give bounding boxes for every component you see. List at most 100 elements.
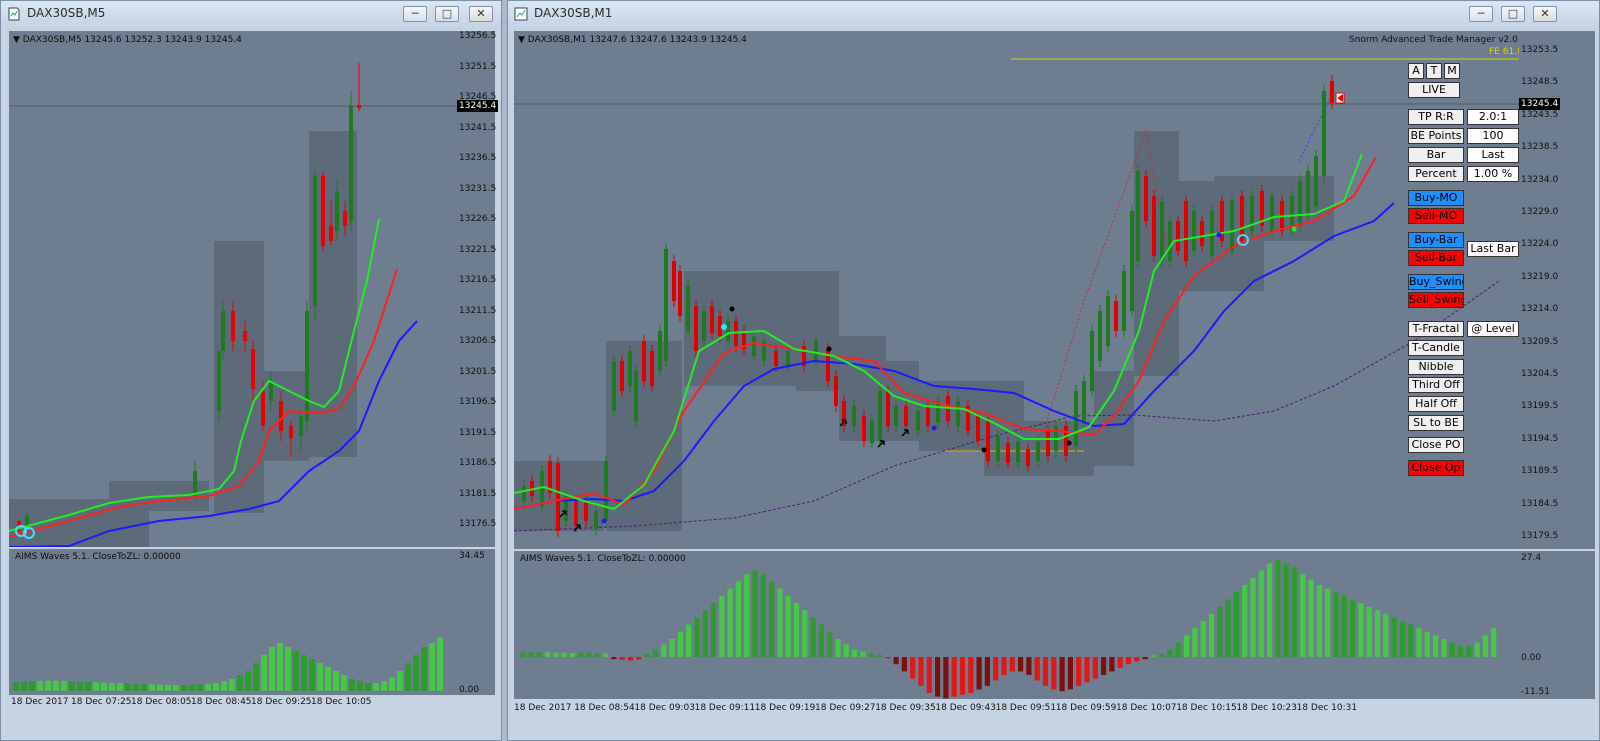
- right-price-axis-label: 13184.5: [1521, 498, 1559, 509]
- last-bar-button[interactable]: Last Bar: [1467, 241, 1519, 257]
- close-icon: ✕: [476, 7, 486, 20]
- right-candle: [1330, 81, 1334, 103]
- right-indicator-bar: [1449, 642, 1455, 657]
- right-indicator-bar: [536, 652, 542, 657]
- maximize-icon: □: [441, 7, 453, 20]
- right-price-axis-label: 13219.0: [1521, 271, 1559, 282]
- left-price-axis-label: 13251.5: [459, 61, 497, 72]
- left-indicator-bar: [85, 681, 91, 691]
- buy-mo-button[interactable]: Buy-MO: [1408, 190, 1464, 206]
- maximize-button[interactable]: □: [435, 6, 459, 22]
- right-indicator-panel[interactable]: AIMS Waves 5.1. CloseToZL: 0.00000: [514, 551, 1519, 699]
- left-price-axis[interactable]: 13245.4 13256.5 13251.5 13246.5 13241.5 1323…: [457, 31, 499, 547]
- right-candle: [752, 336, 756, 356]
- sell-mo-button[interactable]: Sell-MO: [1408, 208, 1464, 224]
- right-indicator-bar: [1391, 617, 1397, 657]
- right-indicator-axis[interactable]: 27.4 0.00 -11.51: [1519, 551, 1595, 699]
- left-indicator-bar: [413, 655, 419, 691]
- right-time-axis[interactable]: 18 Dec 2017 18 Dec 08:54 18 Dec 09:03 18 De…: [514, 703, 1519, 717]
- sell-bar-button[interactable]: Sell-Bar: [1408, 250, 1464, 266]
- right-indicator-bar: [719, 595, 725, 657]
- atm-live-button[interactable]: LIVE: [1408, 82, 1460, 98]
- right-indicator-bar: [1358, 603, 1364, 657]
- right-indicator-bar: [652, 649, 658, 657]
- right-chart-window[interactable]: DAX30SB,M1 ─ □ ✕ ▼ DAX30SB,M1 13247.6 13…: [507, 0, 1600, 741]
- buy-bar-button[interactable]: Buy-Bar: [1408, 232, 1464, 248]
- close-po-button[interactable]: Close PO: [1408, 437, 1464, 453]
- t-fractal-button[interactable]: T-Fractal: [1408, 321, 1464, 337]
- left-time-axis[interactable]: 18 Dec 2017 18 Dec 07:25 18 Dec 08:05 18 De…: [9, 697, 457, 711]
- tp-rr-value[interactable]: 2.0:1: [1467, 109, 1519, 125]
- right-indicator-bar: [586, 652, 592, 657]
- right-candle: [996, 436, 1000, 461]
- right-indicator-bar: [1142, 657, 1148, 660]
- at-level-button[interactable]: @ Level: [1467, 321, 1519, 337]
- be-points-value[interactable]: 100: [1467, 128, 1519, 144]
- bar-value[interactable]: Last: [1467, 147, 1519, 163]
- atm-m-button[interactable]: M: [1444, 63, 1460, 79]
- right-candle: [1136, 171, 1140, 261]
- right-candle: [1322, 91, 1326, 176]
- minimize-button[interactable]: ─: [403, 6, 427, 22]
- atm-t-button[interactable]: T: [1426, 63, 1442, 79]
- buy-swing-button[interactable]: Buy_Swing: [1408, 274, 1464, 290]
- right-indicator-bar: [1067, 657, 1073, 690]
- left-price-axis-label: 13211.5: [459, 305, 497, 316]
- right-indicator-bar: [1009, 657, 1015, 672]
- left-indicator-axis[interactable]: 34.45 0.00: [457, 549, 495, 695]
- bar-button[interactable]: Bar: [1408, 147, 1464, 163]
- right-candles-svg: [514, 58, 1519, 537]
- maximize-button[interactable]: □: [1501, 6, 1525, 22]
- left-indicator-bar: [117, 683, 123, 691]
- right-indicator-bar: [744, 574, 750, 657]
- right-indicator-bar: [702, 610, 708, 657]
- right-price-chart[interactable]: ▼ DAX30SB,M1 13247.6 13247.6 13243.9 132…: [514, 31, 1530, 549]
- right-candle: [522, 486, 526, 501]
- right-time-axis-label: 18 Dec 09:11: [694, 703, 756, 713]
- atm-a-button[interactable]: A: [1408, 63, 1424, 79]
- left-indicator-panel[interactable]: AIMS Waves 5.1. CloseToZL: 0.00000: [9, 549, 457, 695]
- right-indicator-bar: [1084, 657, 1090, 683]
- right-indicator-bar: [752, 570, 758, 657]
- percent-value[interactable]: 1.00 %: [1467, 166, 1519, 182]
- right-time-axis-label: 18 Dec 09:19: [754, 703, 816, 713]
- left-indicator-bar: [45, 680, 51, 691]
- right-price-axis-label: 13194.5: [1521, 433, 1559, 444]
- right-indicator-bar: [1125, 657, 1132, 665]
- close-button[interactable]: ✕: [1533, 6, 1557, 22]
- right-indicator-bar: [785, 595, 791, 657]
- left-indicator-bar: [109, 683, 115, 691]
- right-window-titlebar[interactable]: DAX30SB,M1 ─ □ ✕: [508, 1, 1599, 27]
- left-indicator-bar: [221, 681, 227, 691]
- right-price-axis-label: 13224.0: [1521, 239, 1559, 250]
- right-candle: [870, 421, 874, 443]
- sl-to-be-button[interactable]: SL to BE: [1408, 415, 1464, 431]
- right-ind-yzero: 0.00: [1521, 653, 1542, 663]
- left-indicator-bar: [69, 681, 75, 691]
- right-candle: [1026, 449, 1030, 466]
- left-price-chart[interactable]: ▼ DAX30SB,M5 13245.6 13252.3 13243.9 132…: [9, 31, 457, 547]
- right-indicator-bar: [1167, 649, 1173, 657]
- right-indicator-bar: [686, 624, 692, 657]
- third-off-button[interactable]: Third Off: [1408, 377, 1464, 393]
- sell-swing-button[interactable]: Sell_Swing: [1408, 292, 1464, 308]
- left-time-axis-label: 18 Dec 09:25: [251, 697, 312, 707]
- left-indicator-bar: [189, 684, 195, 691]
- left-price-axis-label: 13241.5: [459, 122, 497, 133]
- right-time-axis-label: 18 Dec 09:51: [995, 703, 1057, 713]
- left-chart-window[interactable]: DAX30SB,M5 ─ □ ✕ ▼ DAX30SB,M5 13245.6 13…: [0, 0, 502, 741]
- nibble-button[interactable]: Nibble: [1408, 359, 1464, 375]
- tp-rr-button[interactable]: TP R:R: [1408, 109, 1464, 125]
- right-indicator-bar: [1258, 570, 1264, 657]
- be-points-button[interactable]: BE Points: [1408, 128, 1464, 144]
- left-indicator-bar: [213, 683, 219, 691]
- half-off-button[interactable]: Half Off: [1408, 396, 1464, 412]
- minimize-button[interactable]: ─: [1469, 6, 1493, 22]
- left-window-titlebar[interactable]: DAX30SB,M5 ─ □ ✕: [1, 1, 501, 27]
- right-indicator-bar: [935, 657, 941, 697]
- close-button[interactable]: ✕: [469, 6, 493, 22]
- close-op-button[interactable]: Close Op: [1408, 460, 1464, 476]
- percent-button[interactable]: Percent: [1408, 166, 1464, 182]
- t-candle-button[interactable]: T-Candle: [1408, 340, 1464, 356]
- right-price-axis[interactable]: 13245.4 13253.5 13248.5 13243.5 13238.5 1323…: [1519, 31, 1595, 549]
